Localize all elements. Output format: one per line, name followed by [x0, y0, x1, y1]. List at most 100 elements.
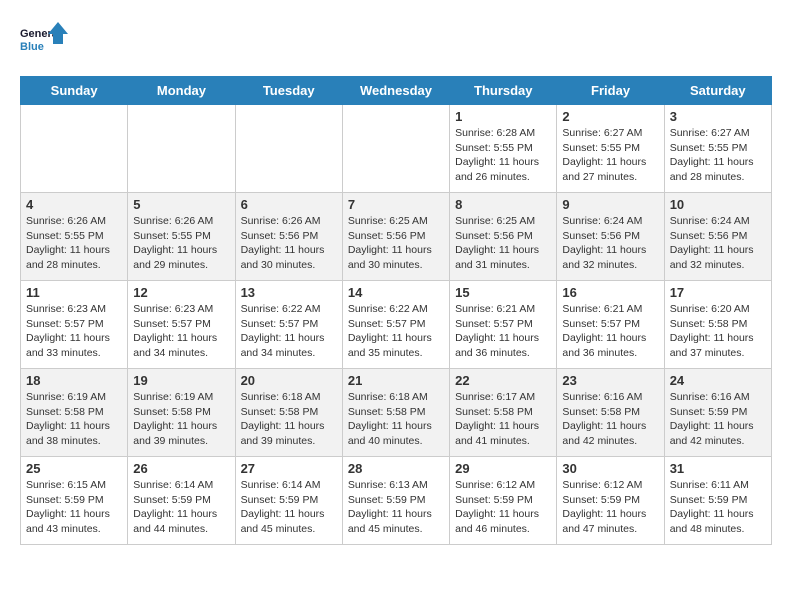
day-number: 2 — [562, 109, 658, 124]
header-day-monday: Monday — [128, 77, 235, 105]
day-number: 29 — [455, 461, 551, 476]
day-number: 16 — [562, 285, 658, 300]
calendar-cell: 28 Sunrise: 6:13 AM Sunset: 5:59 PM Dayli… — [342, 457, 449, 545]
calendar-cell — [21, 105, 128, 193]
calendar-cell: 29 Sunrise: 6:12 AM Sunset: 5:59 PM Dayli… — [450, 457, 557, 545]
calendar-cell: 8 Sunrise: 6:25 AM Sunset: 5:56 PM Daylig… — [450, 193, 557, 281]
calendar-cell: 22 Sunrise: 6:17 AM Sunset: 5:58 PM Dayli… — [450, 369, 557, 457]
day-number: 19 — [133, 373, 229, 388]
calendar-cell: 14 Sunrise: 6:22 AM Sunset: 5:57 PM Dayli… — [342, 281, 449, 369]
day-detail: Sunrise: 6:16 AM Sunset: 5:59 PM Dayligh… — [670, 390, 766, 449]
day-detail: Sunrise: 6:25 AM Sunset: 5:56 PM Dayligh… — [348, 214, 444, 273]
logo: General Blue — [20, 20, 70, 60]
calendar-cell: 19 Sunrise: 6:19 AM Sunset: 5:58 PM Dayli… — [128, 369, 235, 457]
day-detail: Sunrise: 6:19 AM Sunset: 5:58 PM Dayligh… — [133, 390, 229, 449]
day-number: 12 — [133, 285, 229, 300]
day-detail: Sunrise: 6:21 AM Sunset: 5:57 PM Dayligh… — [455, 302, 551, 361]
day-number: 26 — [133, 461, 229, 476]
day-detail: Sunrise: 6:12 AM Sunset: 5:59 PM Dayligh… — [455, 478, 551, 537]
calendar-cell: 2Sunrise: 6:27 AM Sunset: 5:55 PM Daylig… — [557, 105, 664, 193]
day-detail: Sunrise: 6:21 AM Sunset: 5:57 PM Dayligh… — [562, 302, 658, 361]
header-day-friday: Friday — [557, 77, 664, 105]
day-detail: Sunrise: 6:20 AM Sunset: 5:58 PM Dayligh… — [670, 302, 766, 361]
day-number: 20 — [241, 373, 337, 388]
day-detail: Sunrise: 6:23 AM Sunset: 5:57 PM Dayligh… — [133, 302, 229, 361]
day-detail: Sunrise: 6:13 AM Sunset: 5:59 PM Dayligh… — [348, 478, 444, 537]
calendar-cell: 23 Sunrise: 6:16 AM Sunset: 5:58 PM Dayli… — [557, 369, 664, 457]
header-day-sunday: Sunday — [21, 77, 128, 105]
logo-svg: General Blue — [20, 20, 70, 60]
calendar-week-2: 4 Sunrise: 6:26 AM Sunset: 5:55 PM Daylig… — [21, 193, 772, 281]
calendar-cell: 24 Sunrise: 6:16 AM Sunset: 5:59 PM Dayli… — [664, 369, 771, 457]
calendar-cell: 6 Sunrise: 6:26 AM Sunset: 5:56 PM Daylig… — [235, 193, 342, 281]
day-number: 14 — [348, 285, 444, 300]
calendar-cell — [342, 105, 449, 193]
day-number: 24 — [670, 373, 766, 388]
day-number: 27 — [241, 461, 337, 476]
calendar-cell: 20 Sunrise: 6:18 AM Sunset: 5:58 PM Dayli… — [235, 369, 342, 457]
day-detail: Sunrise: 6:23 AM Sunset: 5:57 PM Dayligh… — [26, 302, 122, 361]
calendar-cell: 30Sunrise: 6:12 AM Sunset: 5:59 PM Dayli… — [557, 457, 664, 545]
day-detail: Sunrise: 6:18 AM Sunset: 5:58 PM Dayligh… — [241, 390, 337, 449]
calendar-cell: 9 Sunrise: 6:24 AM Sunset: 5:56 PM Daylig… — [557, 193, 664, 281]
calendar-cell: 11 Sunrise: 6:23 AM Sunset: 5:57 PM Dayli… — [21, 281, 128, 369]
svg-text:Blue: Blue — [20, 41, 44, 53]
day-detail: Sunrise: 6:16 AM Sunset: 5:58 PM Dayligh… — [562, 390, 658, 449]
day-detail: Sunrise: 6:26 AM Sunset: 5:55 PM Dayligh… — [133, 214, 229, 273]
header-day-wednesday: Wednesday — [342, 77, 449, 105]
calendar-cell: 12 Sunrise: 6:23 AM Sunset: 5:57 PM Dayli… — [128, 281, 235, 369]
calendar-cell: 15Sunrise: 6:21 AM Sunset: 5:57 PM Dayli… — [450, 281, 557, 369]
page-header: General Blue — [20, 20, 772, 60]
day-number: 4 — [26, 197, 122, 212]
calendar-cell: 16 Sunrise: 6:21 AM Sunset: 5:57 PM Dayli… — [557, 281, 664, 369]
calendar-cell: 18 Sunrise: 6:19 AM Sunset: 5:58 PM Dayli… — [21, 369, 128, 457]
calendar-header: SundayMondayTuesdayWednesdayThursdayFrid… — [21, 77, 772, 105]
day-number: 17 — [670, 285, 766, 300]
day-number: 25 — [26, 461, 122, 476]
calendar-week-1: 1Sunrise: 6:28 AM Sunset: 5:55 PM Daylig… — [21, 105, 772, 193]
calendar-cell: 25Sunrise: 6:15 AM Sunset: 5:59 PM Dayli… — [21, 457, 128, 545]
calendar-cell: 4Sunrise: 6:26 AM Sunset: 5:55 PM Daylig… — [21, 193, 128, 281]
day-number: 21 — [348, 373, 444, 388]
day-detail: Sunrise: 6:22 AM Sunset: 5:57 PM Dayligh… — [348, 302, 444, 361]
day-number: 13 — [241, 285, 337, 300]
day-number: 22 — [455, 373, 551, 388]
day-number: 3 — [670, 109, 766, 124]
day-number: 9 — [562, 197, 658, 212]
calendar-cell: 13Sunrise: 6:22 AM Sunset: 5:57 PM Dayli… — [235, 281, 342, 369]
day-number: 18 — [26, 373, 122, 388]
calendar-body: 1Sunrise: 6:28 AM Sunset: 5:55 PM Daylig… — [21, 105, 772, 545]
calendar-cell: 27 Sunrise: 6:14 AM Sunset: 5:59 PM Dayli… — [235, 457, 342, 545]
calendar-cell: 7 Sunrise: 6:25 AM Sunset: 5:56 PM Daylig… — [342, 193, 449, 281]
day-detail: Sunrise: 6:18 AM Sunset: 5:58 PM Dayligh… — [348, 390, 444, 449]
day-detail: Sunrise: 6:26 AM Sunset: 5:56 PM Dayligh… — [241, 214, 337, 273]
day-detail: Sunrise: 6:28 AM Sunset: 5:55 PM Dayligh… — [455, 126, 551, 185]
day-detail: Sunrise: 6:14 AM Sunset: 5:59 PM Dayligh… — [133, 478, 229, 537]
day-number: 11 — [26, 285, 122, 300]
day-number: 23 — [562, 373, 658, 388]
day-number: 31 — [670, 461, 766, 476]
day-number: 6 — [241, 197, 337, 212]
calendar-cell: 17 Sunrise: 6:20 AM Sunset: 5:58 PM Dayli… — [664, 281, 771, 369]
header-day-saturday: Saturday — [664, 77, 771, 105]
calendar-cell: 26 Sunrise: 6:14 AM Sunset: 5:59 PM Dayli… — [128, 457, 235, 545]
day-detail: Sunrise: 6:17 AM Sunset: 5:58 PM Dayligh… — [455, 390, 551, 449]
day-detail: Sunrise: 6:19 AM Sunset: 5:58 PM Dayligh… — [26, 390, 122, 449]
day-detail: Sunrise: 6:24 AM Sunset: 5:56 PM Dayligh… — [670, 214, 766, 273]
day-detail: Sunrise: 6:24 AM Sunset: 5:56 PM Dayligh… — [562, 214, 658, 273]
calendar-cell: 21 Sunrise: 6:18 AM Sunset: 5:58 PM Dayli… — [342, 369, 449, 457]
calendar-cell: 3Sunrise: 6:27 AM Sunset: 5:55 PM Daylig… — [664, 105, 771, 193]
header-day-tuesday: Tuesday — [235, 77, 342, 105]
day-number: 28 — [348, 461, 444, 476]
calendar-week-4: 18 Sunrise: 6:19 AM Sunset: 5:58 PM Dayli… — [21, 369, 772, 457]
day-number: 30 — [562, 461, 658, 476]
day-detail: Sunrise: 6:25 AM Sunset: 5:56 PM Dayligh… — [455, 214, 551, 273]
calendar-cell: 31Sunrise: 6:11 AM Sunset: 5:59 PM Dayli… — [664, 457, 771, 545]
day-number: 5 — [133, 197, 229, 212]
calendar-table: SundayMondayTuesdayWednesdayThursdayFrid… — [20, 76, 772, 545]
header-row: SundayMondayTuesdayWednesdayThursdayFrid… — [21, 77, 772, 105]
day-detail: Sunrise: 6:14 AM Sunset: 5:59 PM Dayligh… — [241, 478, 337, 537]
calendar-week-3: 11 Sunrise: 6:23 AM Sunset: 5:57 PM Dayli… — [21, 281, 772, 369]
day-number: 7 — [348, 197, 444, 212]
day-number: 8 — [455, 197, 551, 212]
